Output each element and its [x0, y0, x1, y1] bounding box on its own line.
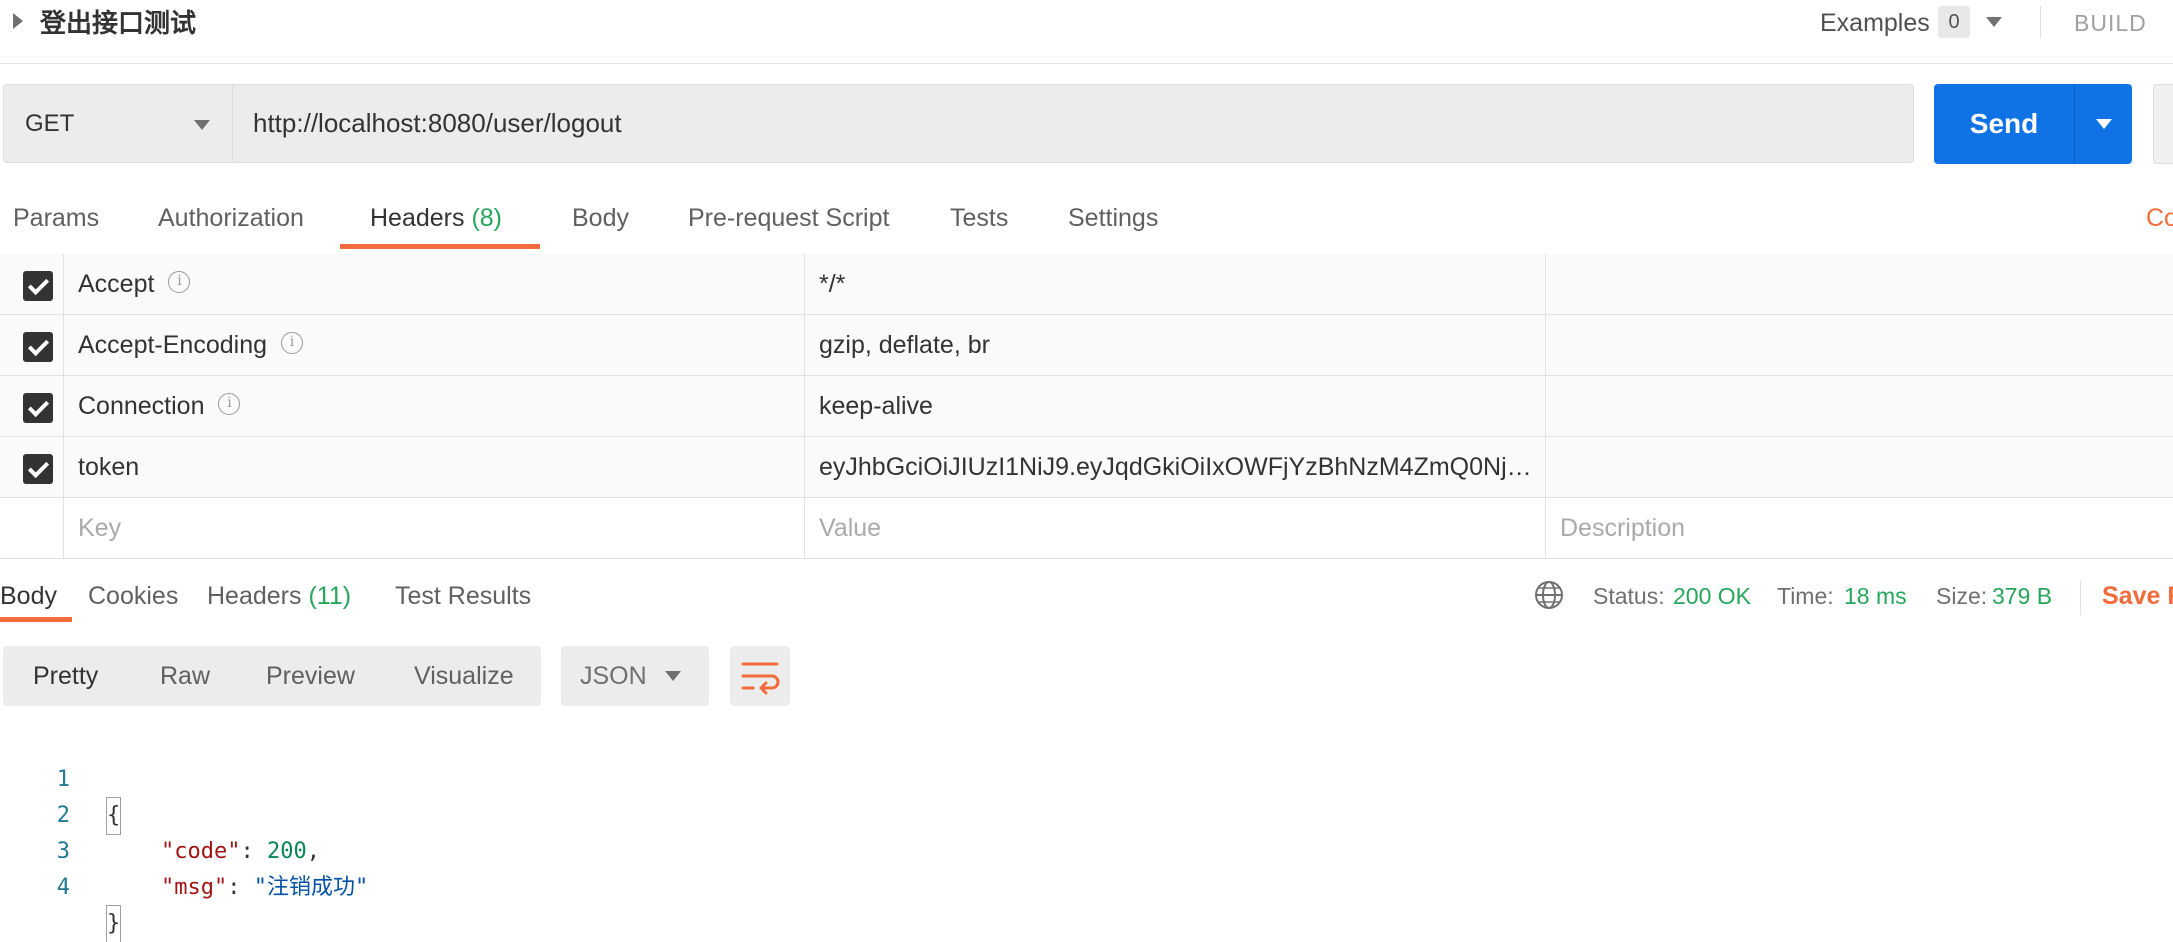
- header-key[interactable]: Connection: [78, 376, 793, 436]
- tab-settings[interactable]: Settings: [1068, 198, 1158, 238]
- table-row: token eyJhbGciOiJIUzI1NiJ9.eyJqdGkiOiIxO…: [0, 437, 2173, 498]
- json-key: "msg": [161, 875, 228, 900]
- wrap-lines-icon: [741, 662, 780, 695]
- code-line: 3 "msg": "注销成功": [0, 798, 800, 900]
- headers-table: Accept */* Accept-Encoding gzip, deflate…: [0, 254, 2173, 561]
- header-key[interactable]: Accept-Encoding: [78, 315, 793, 375]
- json-string-value: "注销成功": [253, 875, 369, 900]
- tab-authorization[interactable]: Authorization: [158, 198, 304, 238]
- description-input[interactable]: Description: [1560, 498, 2160, 558]
- chevron-down-icon: [665, 671, 681, 681]
- method-label: GET: [25, 110, 75, 137]
- examples-dropdown-icon[interactable]: [1986, 17, 2002, 27]
- header-value[interactable]: gzip, deflate, br: [819, 315, 1539, 375]
- tab-headers-label: Headers: [370, 204, 465, 232]
- header-value[interactable]: keep-alive: [819, 376, 1539, 436]
- examples-count-badge: 0: [1938, 6, 1970, 38]
- key-input[interactable]: Key: [78, 498, 793, 558]
- response-tab-headers-label: Headers: [207, 582, 302, 610]
- time-label: Time:: [1777, 583, 1834, 609]
- divider: [2040, 6, 2041, 38]
- collapse-triangle-icon[interactable]: [13, 13, 23, 29]
- value-input[interactable]: Value: [819, 498, 1539, 558]
- tab-headers[interactable]: Headers (8): [370, 198, 502, 238]
- send-button[interactable]: Send: [1934, 84, 2074, 164]
- view-mode-group: Pretty Raw Preview Visualize: [3, 646, 541, 706]
- header-value[interactable]: eyJhbGciOiJIUzI1NiJ9.eyJqdGkiOiIxOWFjYzB…: [819, 437, 1539, 497]
- send-options-button[interactable]: [2074, 84, 2132, 164]
- code-line: 2 "code": 200,: [0, 762, 800, 864]
- request-title[interactable]: 登出接口测试: [40, 5, 196, 41]
- row-checkbox[interactable]: [23, 332, 53, 362]
- cookies-link[interactable]: Co: [2146, 198, 2173, 238]
- globe-icon[interactable]: [1534, 580, 1564, 610]
- save-button[interactable]: [2153, 84, 2173, 164]
- build-button[interactable]: BUILD: [2074, 5, 2147, 41]
- response-tab-test-results[interactable]: Test Results: [395, 576, 531, 616]
- tab-headers-count: (8): [471, 204, 503, 232]
- table-row-new: Key Value Description: [0, 498, 2173, 559]
- header-key[interactable]: token: [78, 437, 793, 497]
- table-row: Accept */*: [0, 254, 2173, 315]
- chevron-down-icon: [2096, 119, 2112, 129]
- response-tab-body[interactable]: Body: [0, 576, 57, 616]
- divider: [2080, 581, 2081, 615]
- table-row: Accept-Encoding gzip, deflate, br: [0, 315, 2173, 376]
- row-checkbox[interactable]: [23, 454, 53, 484]
- tab-tests[interactable]: Tests: [950, 198, 1008, 238]
- view-visualize-button[interactable]: Visualize: [414, 656, 514, 696]
- format-label: JSON: [580, 662, 647, 690]
- size-label: Size:: [1936, 583, 1988, 609]
- active-tab-indicator: [0, 617, 72, 622]
- info-icon[interactable]: [218, 393, 241, 416]
- row-checkbox[interactable]: [23, 393, 53, 423]
- info-icon[interactable]: [281, 332, 304, 355]
- tab-pre-request-script[interactable]: Pre-request Script: [688, 198, 889, 238]
- tab-params[interactable]: Params: [13, 198, 99, 238]
- tab-body[interactable]: Body: [572, 198, 629, 238]
- header-value[interactable]: */*: [819, 254, 1539, 314]
- time-value[interactable]: 18 ms: [1844, 576, 1907, 616]
- view-preview-button[interactable]: Preview: [266, 656, 355, 696]
- view-pretty-button[interactable]: Pretty: [33, 656, 98, 696]
- chevron-down-icon: [194, 120, 210, 130]
- code-line: 1 {: [0, 726, 800, 835]
- method-select[interactable]: GET: [3, 84, 233, 163]
- response-tab-headers[interactable]: Headers (11): [207, 576, 351, 616]
- examples-button[interactable]: Examples: [1820, 5, 1930, 41]
- info-icon[interactable]: [168, 271, 191, 294]
- active-tab-indicator: [340, 244, 540, 249]
- response-tab-cookies[interactable]: Cookies: [88, 576, 178, 616]
- status-label: Status:: [1593, 583, 1665, 609]
- header-key[interactable]: Accept: [78, 254, 793, 314]
- view-raw-button[interactable]: Raw: [160, 656, 210, 696]
- size-value[interactable]: 379 B: [1992, 576, 2052, 616]
- status-value[interactable]: 200 OK: [1673, 576, 1751, 616]
- response-bar: Body Cookies Headers (11) Test Results S…: [0, 561, 2173, 626]
- json-close-brace: }: [105, 905, 122, 942]
- wrap-lines-button[interactable]: [730, 646, 790, 706]
- row-checkbox[interactable]: [23, 271, 53, 301]
- table-row: Connection keep-alive: [0, 376, 2173, 437]
- response-tab-headers-count: (11): [308, 582, 352, 610]
- format-select[interactable]: JSON: [561, 646, 709, 706]
- code-line: 4 }: [0, 834, 800, 942]
- save-response-button[interactable]: Save R: [2102, 576, 2173, 616]
- url-input[interactable]: http://localhost:8080/user/logout: [233, 84, 1914, 163]
- request-title-bar: 登出接口测试 Examples 0 BUILD: [0, 0, 2173, 64]
